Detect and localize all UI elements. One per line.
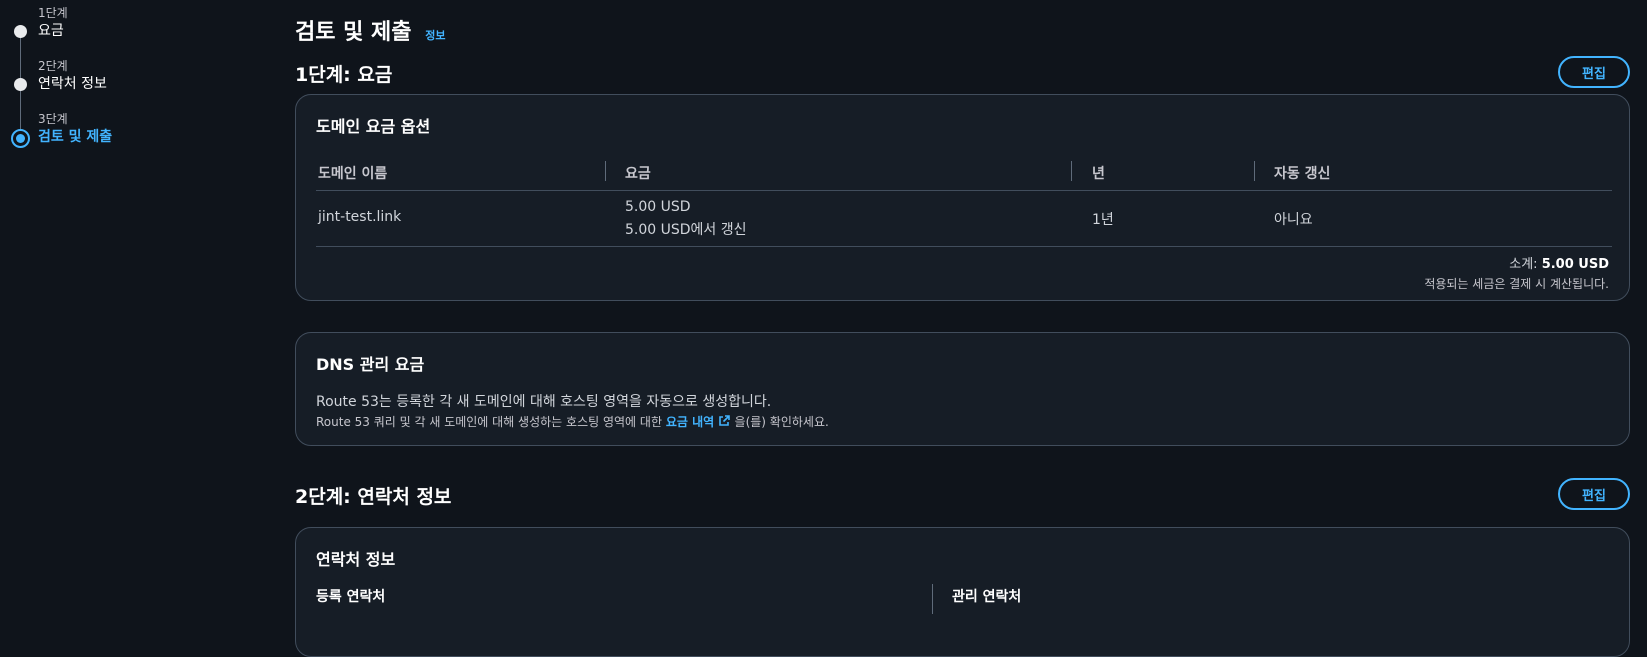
dns-note-prefix: Route 53 쿼리 및 각 새 도메인에 대해 생성하는 호스팅 영역에 대… xyxy=(316,415,662,429)
cell-renewal-price: 5.00 USD에서 갱신 xyxy=(625,222,747,238)
page-title: 검토 및 제출 정보 xyxy=(295,14,445,46)
subtotal-value: 5.00 USD xyxy=(1541,257,1609,272)
domain-pricing-card: 도메인 요금 옵션 도메인 이름 요금 년 자동 갱신 jint-test.li… xyxy=(295,94,1630,301)
col-divider xyxy=(1254,161,1255,181)
card-title: DNS 관리 요금 xyxy=(316,355,425,374)
subtotal: 소계: 5.00 USD xyxy=(1509,253,1609,272)
step-complete-dot-icon xyxy=(14,78,27,91)
tax-note: 적용되는 세금은 결제 시 계산됩니다. xyxy=(1424,277,1609,291)
contact-info-card: 연락처 정보 등록 연락처 관리 연락처 xyxy=(295,527,1630,657)
step-number: 2단계 xyxy=(38,59,68,73)
step-label[interactable]: 연락처 정보 xyxy=(38,73,107,93)
table-row: jint-test.link 5.00 USD 5.00 USD에서 갱신 1년… xyxy=(316,191,1612,247)
cell-auto-renew: 아니요 xyxy=(1274,212,1313,228)
col-divider xyxy=(1071,161,1072,181)
pricing-details-link-text[interactable]: 요금 내역 xyxy=(666,415,714,429)
card-title: 도메인 요금 옵션 xyxy=(316,117,431,136)
dns-note-suffix: 을(를) 확인하세요. xyxy=(734,415,829,429)
col-header-auto-renew: 자동 갱신 xyxy=(1274,166,1331,182)
dns-pricing-card: DNS 관리 요금 Route 53는 등록한 각 새 도메인에 대해 호스팅 … xyxy=(295,332,1630,446)
registrant-contact-heading: 등록 연락처 xyxy=(316,589,386,605)
col-header-years: 년 xyxy=(1092,166,1105,182)
col-header-price: 요금 xyxy=(625,166,651,182)
page-title-text: 검토 및 제출 xyxy=(295,20,412,45)
cell-years: 1년 xyxy=(1092,212,1114,228)
edit-step2-button[interactable]: 편집 xyxy=(1558,478,1630,510)
edit-step1-button[interactable]: 편집 xyxy=(1558,56,1630,88)
col-header-domain: 도메인 이름 xyxy=(318,166,388,182)
col-divider xyxy=(605,161,606,181)
step-number: 3단계 xyxy=(38,112,68,126)
column-divider xyxy=(932,584,933,614)
cell-price: 5.00 USD xyxy=(625,199,691,215)
external-link-icon xyxy=(719,415,731,426)
step2-title: 2단계: 연락처 정보 xyxy=(295,486,452,508)
step-complete-dot-icon xyxy=(14,25,27,38)
step-label: 검토 및 제출 xyxy=(38,129,113,145)
step-review-submit: 3단계 검토 및 제출 xyxy=(0,110,240,150)
admin-contact-heading: 관리 연락처 xyxy=(952,589,1022,605)
step-pricing[interactable]: 1단계 요금 xyxy=(0,4,240,44)
table-header: 도메인 이름 요금 년 자동 갱신 xyxy=(316,153,1612,191)
step1-title: 1단계: 요금 xyxy=(295,64,393,86)
info-link[interactable]: 정보 xyxy=(425,29,445,42)
domain-pricing-table: 도메인 이름 요금 년 자동 갱신 jint-test.link 5.00 US… xyxy=(316,153,1612,247)
cell-domain: jint-test.link xyxy=(318,209,402,225)
card-title: 연락처 정보 xyxy=(316,550,396,569)
step-contact-info[interactable]: 2단계 연락처 정보 xyxy=(0,57,240,97)
wizard-stepper: 1단계 요금 2단계 연락처 정보 3단계 검토 및 제출 xyxy=(0,0,260,636)
dns-description: Route 53는 등록한 각 새 도메인에 대해 호스팅 영역을 자동으로 생… xyxy=(316,394,772,410)
step-label[interactable]: 요금 xyxy=(38,20,64,40)
pricing-details-link[interactable]: 요금 내역 xyxy=(666,415,735,429)
dns-pricing-note: Route 53 쿼리 및 각 새 도메인에 대해 생성하는 호스팅 영역에 대… xyxy=(316,413,829,430)
subtotal-label: 소계: xyxy=(1509,257,1538,272)
step-number: 1단계 xyxy=(38,6,68,20)
step-current-dot-icon xyxy=(11,129,30,148)
